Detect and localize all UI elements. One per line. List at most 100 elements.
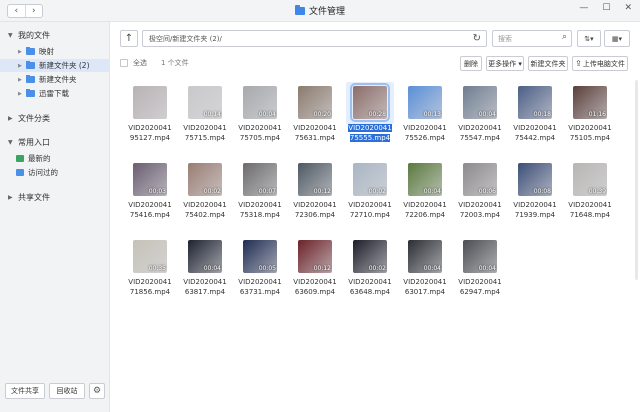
upload-label: 上传电脑文件: [582, 59, 625, 68]
view-mode-button[interactable]: ▦▾: [604, 30, 630, 47]
file-name-text: VID2020041 71856.mp4: [128, 278, 172, 296]
video-thumbnail[interactable]: 00:12: [298, 163, 332, 196]
sidebar-item-label: 访问过的: [28, 168, 58, 177]
sidebar-item-label: 新建文件夹 (2): [39, 61, 90, 70]
video-thumbnail[interactable]: 00:18: [518, 86, 552, 119]
video-duration: 01:16: [588, 111, 606, 118]
delete-button[interactable]: 删除: [460, 56, 482, 71]
video-thumbnail[interactable]: 00:02: [188, 163, 222, 196]
parent-folder-button[interactable]: ↑: [120, 30, 138, 47]
recent-icon: [16, 155, 24, 162]
video-thumbnail[interactable]: 00:07: [243, 163, 277, 196]
video-thumbnail[interactable]: 00:04: [188, 240, 222, 273]
sort-button[interactable]: ⇅▾: [577, 30, 601, 47]
video-duration: 00:39: [588, 188, 606, 195]
video-thumbnail[interactable]: 00:39: [573, 163, 607, 196]
file-name-text: VID2020041 63731.mp4: [238, 278, 282, 296]
sidebar-item-thunder-download[interactable]: ▶ 迅雷下载: [0, 87, 110, 100]
video-duration: 00:20: [313, 111, 331, 118]
file-name-text: VID2020041 75105.mp4: [568, 124, 612, 142]
video-thumbnail[interactable]: 00:05: [243, 240, 277, 273]
select-all-checkbox[interactable]: [120, 59, 128, 67]
video-duration: 00:12: [313, 265, 331, 272]
video-thumbnail[interactable]: 00:06: [463, 163, 497, 196]
folder-icon: [26, 60, 35, 69]
file-name: VID2020041 62947.mp4: [448, 278, 512, 297]
file-name-text: VID2020041 75547.mp4: [458, 124, 502, 142]
search-icon[interactable]: ⌕: [562, 32, 567, 42]
sidebar-item-label: 新建文件夹: [39, 75, 77, 84]
path-bar[interactable]: 极空间/新建文件夹 (2)/ ↻: [142, 30, 487, 47]
video-thumbnail[interactable]: 00:04: [463, 240, 497, 273]
video-thumbnail[interactable]: 00:04: [408, 163, 442, 196]
sidebar-section-shared[interactable]: ▶ 共享文件: [8, 192, 50, 203]
video-thumbnail[interactable]: [133, 86, 167, 119]
sidebar-section-file-categories[interactable]: ▶ 文件分类: [8, 113, 50, 124]
video-duration: 00:04: [478, 111, 496, 118]
maximize-button[interactable]: ☐: [602, 3, 610, 13]
caret-right-icon: ▶: [18, 62, 22, 69]
file-name-text: VID2020041 75526.mp4: [403, 124, 447, 142]
path-text: 极空间/新建文件夹 (2)/: [149, 34, 222, 43]
window-controls: — ☐ ✕: [579, 3, 632, 13]
search-input[interactable]: 搜索 ⌕: [492, 30, 572, 47]
video-duration: 00:02: [368, 265, 386, 272]
video-thumbnail[interactable]: 00:04: [408, 240, 442, 273]
file-name-text: VID2020041 63817.mp4: [183, 278, 227, 296]
folder-icon: [26, 88, 35, 97]
settings-button[interactable]: ⚙: [89, 383, 105, 399]
new-folder-button[interactable]: 新建文件夹: [528, 56, 568, 71]
window-title-text: 文件管理: [308, 7, 345, 17]
sidebar-item-mapping[interactable]: ▶ 映射: [0, 45, 110, 58]
window-title: 文件管理: [0, 4, 640, 17]
sidebar-section-common-entrance[interactable]: ▼ 常用入口: [8, 137, 50, 148]
sidebar-item-recent[interactable]: 最新的: [0, 152, 110, 165]
file-share-button[interactable]: 文件共享: [5, 383, 45, 399]
video-duration: 00:07: [258, 188, 276, 195]
file-name-text: VID2020041 71939.mp4: [513, 201, 557, 219]
video-duration: 00:04: [423, 188, 441, 195]
video-duration: 00:08: [533, 188, 551, 195]
close-button[interactable]: ✕: [624, 3, 632, 13]
grid-view-icon: ▦▾: [611, 34, 623, 43]
video-thumbnail[interactable]: 00:02: [353, 163, 387, 196]
video-thumbnail[interactable]: 00:13: [408, 86, 442, 119]
sidebar-section-label: 我的文件: [18, 31, 50, 40]
upload-button[interactable]: ⇪ 上传电脑文件: [572, 56, 628, 71]
file-count: 1 个文件: [161, 59, 189, 67]
video-duration: 00:02: [203, 188, 221, 195]
video-thumbnail[interactable]: 00:04: [463, 86, 497, 119]
video-duration: 00:13: [423, 111, 441, 118]
sidebar-item-label: 映射: [39, 47, 54, 56]
minimize-button[interactable]: —: [579, 3, 588, 13]
more-actions-button[interactable]: 更多操作 ▾: [486, 56, 524, 71]
video-duration: 00:05: [258, 265, 276, 272]
arrow-up-icon: ↑: [124, 33, 134, 44]
caret-right-icon: ▶: [18, 76, 22, 83]
scrollbar[interactable]: [635, 80, 638, 280]
video-thumbnail[interactable]: 01:16: [573, 86, 607, 119]
video-thumbnail[interactable]: 00:20: [298, 86, 332, 119]
video-duration: 00:35: [148, 265, 166, 272]
video-duration: 00:04: [203, 265, 221, 272]
sidebar-item-new-folder[interactable]: ▶ 新建文件夹: [0, 73, 110, 86]
recycle-bin-button[interactable]: 回收站: [49, 383, 85, 399]
select-all-label: 全选: [133, 59, 147, 67]
file-name-text: VID2020041 63609.mp4: [293, 278, 337, 296]
caret-right-icon: ▶: [8, 115, 13, 122]
sort-icon: ⇅▾: [584, 34, 594, 43]
select-all[interactable]: 全选 1 个文件: [120, 58, 189, 68]
video-thumbnail[interactable]: 00:03: [133, 163, 167, 196]
video-thumbnail[interactable]: 00:04: [243, 86, 277, 119]
video-thumbnail[interactable]: 00:28: [350, 83, 390, 122]
sidebar-item-visited[interactable]: 访问过的: [0, 166, 110, 179]
video-thumbnail[interactable]: 00:12: [298, 240, 332, 273]
refresh-icon[interactable]: ↻: [473, 33, 481, 44]
video-thumbnail[interactable]: 00:02: [353, 240, 387, 273]
sidebar-item-new-folder-2[interactable]: ▶ 新建文件夹 (2): [0, 59, 110, 72]
sidebar-section-my-files[interactable]: ▼ 我的文件: [8, 30, 50, 41]
video-thumbnail[interactable]: 00:35: [133, 240, 167, 273]
video-thumbnail[interactable]: 00:14: [188, 86, 222, 119]
video-thumbnail[interactable]: 00:08: [518, 163, 552, 196]
file-name-text: VID2020041 71648.mp4: [568, 201, 612, 219]
